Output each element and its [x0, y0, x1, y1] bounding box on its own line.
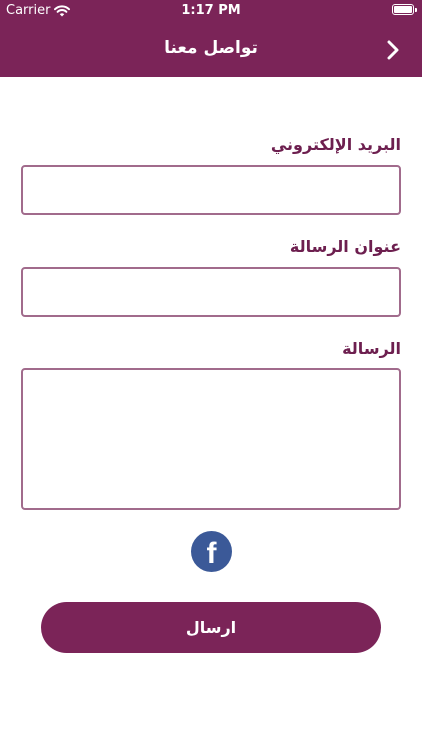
status-time: 1:17 PM [181, 3, 241, 18]
email-label: البريد الإلكتروني [270, 135, 401, 154]
page-title: تواصل معنا [164, 38, 258, 58]
facebook-button[interactable]: f [191, 531, 232, 572]
message-label: الرسالة [342, 339, 401, 358]
subject-field[interactable] [21, 267, 401, 317]
facebook-icon: f [206, 537, 217, 570]
email-field[interactable] [21, 165, 401, 215]
message-field[interactable] [21, 368, 401, 510]
subject-label: عنوان الرسالة [289, 237, 401, 256]
battery-icon [392, 4, 417, 15]
app-header: Carrier 1:17 PM تواصل معنا [0, 0, 422, 77]
chevron-right-icon[interactable] [386, 40, 400, 60]
send-button[interactable]: ارسال [41, 602, 381, 653]
status-bar: Carrier 1:17 PM [0, 0, 422, 22]
